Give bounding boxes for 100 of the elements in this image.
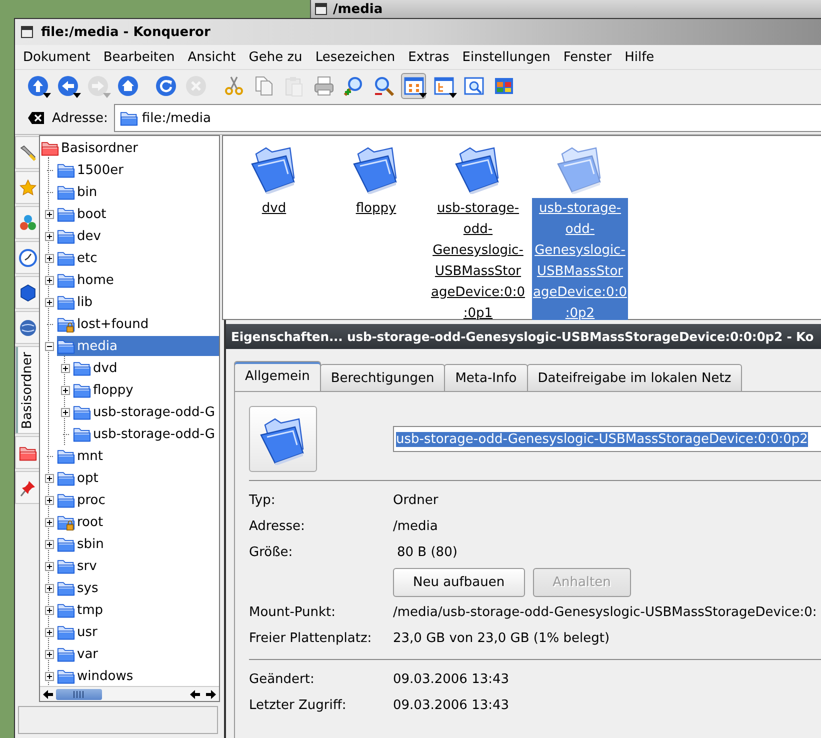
scrollbar-thumb[interactable] <box>56 688 102 700</box>
sidebar-tab[interactable] <box>15 206 39 239</box>
tree-item[interactable]: opt <box>57 468 219 488</box>
folder-icon <box>57 623 75 641</box>
scissors-icon <box>222 75 244 97</box>
tree-item[interactable]: lib <box>57 292 219 312</box>
tab[interactable]: Allgemein <box>234 361 321 391</box>
tree-item[interactable]: media <box>57 336 219 356</box>
expand-icon[interactable] <box>45 672 54 680</box>
tree-item[interactable]: usr <box>57 622 219 642</box>
expand-icon[interactable] <box>61 386 70 394</box>
expand-icon[interactable] <box>45 298 54 306</box>
collapse-icon[interactable] <box>45 342 54 350</box>
expand-icon[interactable] <box>61 408 70 416</box>
star-icon <box>18 178 36 196</box>
expand-icon[interactable] <box>45 210 54 218</box>
expand-icon[interactable] <box>45 606 54 614</box>
sidebar-tab[interactable]: Basisordner <box>15 346 39 434</box>
tree-item[interactable]: dvd <box>73 358 219 378</box>
clear-address-icon[interactable] <box>28 112 44 124</box>
menu-item[interactable]: Dokument <box>17 50 98 64</box>
tree-item[interactable]: boot <box>57 204 219 224</box>
folder-icon <box>57 161 75 179</box>
tree-item[interactable]: windows <box>57 666 219 686</box>
field-label: Freier Plattenplatz: <box>249 630 373 646</box>
folder-icon <box>73 425 91 443</box>
expand-icon[interactable] <box>45 276 54 284</box>
printer-icon <box>312 75 334 97</box>
push-button[interactable]: Neu aufbauen <box>393 568 525 596</box>
expand-icon[interactable] <box>45 232 54 240</box>
expand-icon[interactable] <box>45 628 54 636</box>
menu-item[interactable]: Extras <box>402 50 456 64</box>
toolbar-button[interactable] <box>401 73 426 99</box>
tree-item[interactable]: dev <box>57 226 219 246</box>
folder-item[interactable]: dvd <box>223 136 325 219</box>
tab[interactable]: Meta-Info <box>444 364 528 391</box>
menu-item[interactable]: Einstellungen <box>456 50 558 64</box>
tree-item[interactable]: usb-storage-odd-G <box>73 424 219 444</box>
folder-item[interactable]: floppy <box>325 136 427 219</box>
tree-item[interactable]: bin <box>57 182 219 202</box>
expand-icon[interactable] <box>45 254 54 262</box>
copy-icon <box>252 75 274 97</box>
tree-item[interactable]: floppy <box>73 380 219 400</box>
color-grid-icon <box>492 75 514 97</box>
tree-item[interactable]: sys <box>57 578 219 598</box>
expand-icon[interactable] <box>45 650 54 658</box>
tree-item[interactable]: home <box>57 270 219 290</box>
wrench-icon <box>18 144 36 162</box>
window-menu-icon[interactable] <box>315 3 327 15</box>
expand-icon[interactable] <box>45 584 54 592</box>
zoom-out-icon <box>372 75 394 97</box>
menu-item[interactable]: Gehe zu <box>242 50 310 64</box>
tree-item[interactable]: Basisordner <box>41 138 219 158</box>
field-label: Typ: <box>249 492 276 508</box>
icon-button[interactable] <box>249 406 317 472</box>
tree-item[interactable]: srv <box>57 556 219 576</box>
tab[interactable]: Berechtigungen <box>320 364 446 391</box>
toolbar-button[interactable] <box>25 73 50 99</box>
tree-item[interactable]: var <box>57 644 219 664</box>
sidebar-tab[interactable] <box>15 471 39 504</box>
menu-item[interactable]: Ansicht <box>182 50 243 64</box>
folder-icon <box>57 183 75 201</box>
address-field[interactable]: file:/media <box>114 104 821 132</box>
field-value: /media/usb-storage-odd-Genesyslogic-USBMassStorageDevice:0: <box>393 604 817 620</box>
sidebar-tab[interactable] <box>15 436 39 469</box>
expand-icon[interactable] <box>45 474 54 482</box>
menu-item[interactable]: Lesezeichen <box>309 50 402 64</box>
menu-item[interactable]: Bearbeiten <box>97 50 182 64</box>
sidebar-tab[interactable] <box>15 276 39 309</box>
field-value: Ordner <box>393 492 438 508</box>
expand-icon[interactable] <box>61 364 70 372</box>
toolbar-button[interactable] <box>55 73 80 99</box>
tree-item[interactable]: proc <box>57 490 219 510</box>
folder-icon <box>57 337 75 355</box>
menu-item[interactable]: Hilfe <box>618 50 662 64</box>
tree-item[interactable]: lost+found <box>57 314 219 334</box>
expand-icon[interactable] <box>45 518 54 526</box>
dialog-title: Eigenschaften... usb-storage-odd-Genesyslogic-USBMassStorageDevice:0:0:0p2 - Ko <box>226 324 821 349</box>
tree-item[interactable]: usb-storage-odd-G <box>73 402 219 422</box>
tree-item[interactable]: etc <box>57 248 219 268</box>
tree-item[interactable]: tmp <box>57 600 219 620</box>
horizontal-scrollbar[interactable] <box>40 686 219 701</box>
expand-icon[interactable] <box>45 496 54 504</box>
sidebar-tab[interactable] <box>15 311 39 344</box>
folder-item[interactable]: usb-storage-odd-Genesyslogic-USBMassStorageDevice:0:0:0p1 <box>427 136 529 324</box>
sidebar-tab[interactable] <box>15 136 39 169</box>
tree-item[interactable]: sbin <box>57 534 219 554</box>
preview-icon <box>462 75 484 97</box>
tab[interactable]: Dateifreigabe im lokalen Netz <box>526 364 742 391</box>
tree-item[interactable]: 1500er <box>57 160 219 180</box>
menu-item[interactable]: Fenster <box>557 50 619 64</box>
window-menu-icon[interactable] <box>21 26 33 38</box>
name-field[interactable]: usb-storage-odd-Genesyslogic-USBMassStorageDevice:0:0:0p2 <box>393 426 821 452</box>
expand-icon[interactable] <box>45 562 54 570</box>
expand-icon[interactable] <box>45 540 54 548</box>
tree-item[interactable]: mnt <box>57 446 219 466</box>
stop-icon <box>184 75 206 97</box>
tree-item[interactable]: root <box>57 512 219 532</box>
sidebar-tab[interactable] <box>15 241 39 274</box>
folder-icon <box>57 227 75 245</box>
